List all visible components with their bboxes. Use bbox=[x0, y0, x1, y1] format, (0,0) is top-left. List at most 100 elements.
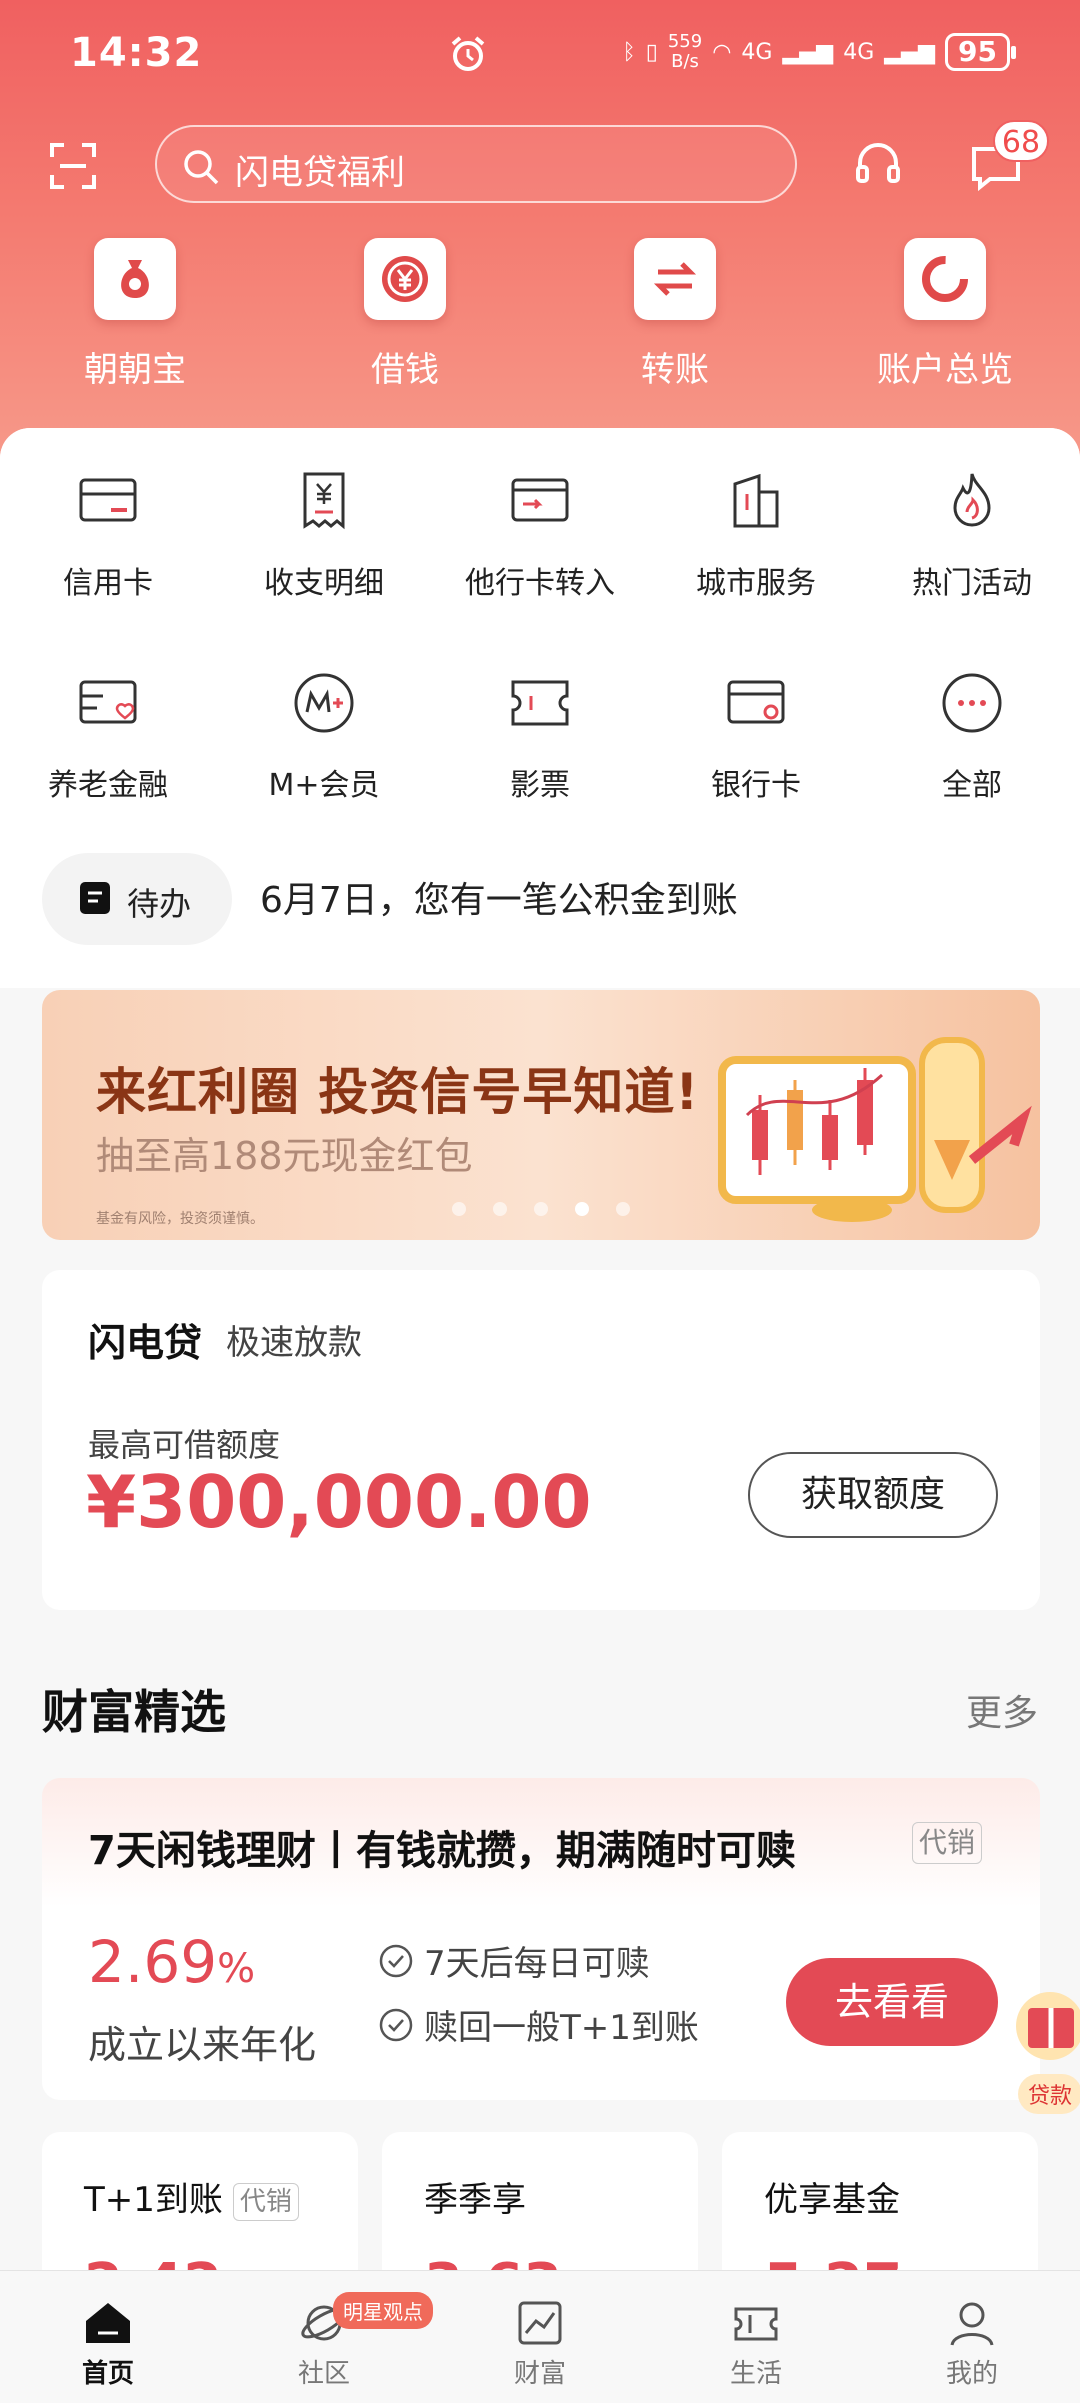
vibrate-icon: ▯ bbox=[645, 39, 658, 65]
community-badge: 明星观点 bbox=[333, 2292, 433, 2329]
net-speed: 559 B/s bbox=[667, 31, 703, 72]
quick-action-borrow[interactable]: 借钱 bbox=[305, 238, 505, 391]
money-bag-icon bbox=[121, 260, 149, 298]
product-tag: 代销 bbox=[912, 1822, 983, 1864]
service-hot-events[interactable]: 热门活动 bbox=[864, 466, 1080, 602]
quick-action-transfer[interactable]: 转账 bbox=[575, 238, 775, 391]
banner-dot[interactable] bbox=[534, 1202, 548, 1216]
quick-action-zhaozhaobao[interactable]: 朝朝宝 bbox=[35, 238, 235, 391]
service-all[interactable]: 全部 bbox=[864, 668, 1080, 804]
mini-card-title: T+1到账 代销 bbox=[84, 2172, 299, 2221]
flame-icon bbox=[953, 473, 991, 527]
credit-card-icon bbox=[79, 478, 137, 522]
mini-card-tag: 代销 bbox=[232, 2182, 299, 2221]
user-icon bbox=[950, 2302, 994, 2346]
status-bar: 14:32 ᛒ ▯ 559 B/s ◠ 4G ▂▄▆ 4G ▂▄▆ 95 bbox=[0, 0, 1080, 115]
tab-life[interactable]: 生活 bbox=[648, 2271, 864, 2403]
banner-note: 基金有风险，投资须谨慎。 bbox=[96, 1211, 264, 1227]
product-feature: 赎回一般T+1到账 bbox=[378, 2000, 699, 2049]
signal-bars-icon: ▂▄▆ bbox=[782, 39, 834, 65]
scan-icon[interactable] bbox=[50, 143, 96, 189]
mini-card-title: 优享基金 bbox=[764, 2180, 900, 2220]
member-badge-icon bbox=[294, 673, 354, 733]
signal-bars-icon: ▂▄▆ bbox=[884, 39, 936, 65]
service-member[interactable]: M+会员 bbox=[216, 668, 432, 804]
status-time: 14:32 bbox=[70, 30, 203, 76]
candlestick-chart-illustration bbox=[718, 1037, 1032, 1222]
promo-banner[interactable]: 来红利圈 投资信号早知道! 抽至高188元现金红包 基金有风险，投资须谨慎。 bbox=[42, 990, 1040, 1240]
service-city-services[interactable]: 城市服务 bbox=[648, 466, 864, 602]
service-transaction-details[interactable]: 收支明细 bbox=[216, 466, 432, 602]
yuan-coin-icon bbox=[382, 256, 428, 302]
loan-amount: ¥300,000.00 bbox=[86, 1460, 592, 1544]
tab-community[interactable]: 社区 bbox=[216, 2271, 432, 2403]
wealth-more-link[interactable]: 更多 bbox=[966, 1684, 1038, 1736]
product-rate: 2.69% bbox=[88, 1928, 256, 1996]
bottom-tab-bar: 首页 社区 财富 生活 我的 bbox=[0, 2270, 1080, 2403]
banner-title: 来红利圈 投资信号早知道! bbox=[96, 1063, 700, 1121]
tab-home[interactable]: 首页 bbox=[0, 2271, 216, 2403]
bluetooth-icon: ᛒ bbox=[622, 39, 636, 65]
tab-mine[interactable]: 我的 bbox=[864, 2271, 1080, 2403]
quick-action-account-overview[interactable]: 账户总览 bbox=[845, 238, 1045, 391]
card-transfer-icon bbox=[511, 478, 569, 522]
floating-loan-entry[interactable]: 贷款 bbox=[1010, 1968, 1080, 2118]
service-other-bank-transfer[interactable]: 他行卡转入 bbox=[432, 466, 648, 602]
get-quota-button[interactable]: 获取额度 bbox=[748, 1452, 998, 1538]
todo-message: 6月7日，您有一笔公积金到账 bbox=[260, 880, 738, 921]
banner-subtitle: 抽至高188元现金红包 bbox=[96, 1134, 473, 1178]
search-bar[interactable]: 闪电贷福利 bbox=[155, 125, 797, 203]
home-icon bbox=[86, 2303, 130, 2343]
todo-pill[interactable]: 待办 bbox=[42, 853, 232, 945]
mini-card-title: 季季享 bbox=[424, 2180, 526, 2220]
product-title: 7天闲钱理财丨有钱就攒，期满随时可赎 bbox=[88, 1828, 796, 1874]
banner-dot[interactable] bbox=[452, 1202, 466, 1216]
battery-indicator: 95 bbox=[945, 33, 1016, 71]
floating-loan-label: 贷款 bbox=[1018, 2074, 1080, 2114]
service-pension-finance[interactable]: 养老金融 bbox=[0, 668, 216, 804]
ring-chart-icon bbox=[922, 256, 968, 302]
banner-dot-active[interactable] bbox=[575, 1202, 589, 1216]
wealth-section-title: 财富精选 bbox=[42, 1685, 226, 1739]
top-bar: 闪电贷福利 68 bbox=[0, 120, 1080, 205]
featured-product-card[interactable]: 7天闲钱理财丨有钱就攒，期满随时可赎 代销 2.69% 成立以来年化 7天后每日… bbox=[42, 1778, 1040, 2100]
wifi-icon: ◠ bbox=[712, 39, 732, 65]
tab-wealth[interactable]: 财富 bbox=[432, 2271, 648, 2403]
check-circle-icon bbox=[379, 1944, 413, 1977]
banner-dot[interactable] bbox=[616, 1202, 630, 1216]
view-product-button[interactable]: 去看看 bbox=[786, 1958, 998, 2046]
more-dots-icon bbox=[942, 673, 1002, 733]
product-rate-label: 成立以来年化 bbox=[88, 2023, 317, 2067]
pension-card-icon bbox=[79, 680, 137, 724]
loan-tag: 极速放款 bbox=[226, 1323, 362, 1363]
signal-2: 4G bbox=[843, 39, 875, 65]
search-placeholder: 闪电贷福利 bbox=[235, 153, 405, 193]
check-circle-icon bbox=[379, 2008, 413, 2041]
service-bank-card[interactable]: 银行卡 bbox=[648, 668, 864, 804]
flash-loan-card[interactable]: 闪电贷 极速放款 最高可借额度 ¥300,000.00 获取额度 bbox=[42, 1270, 1040, 1610]
headset-icon[interactable] bbox=[852, 139, 904, 191]
wallet-ticket-icon bbox=[734, 2307, 778, 2341]
gift-box-icon bbox=[1016, 1992, 1080, 2060]
main-content: 信用卡 收支明细 他行卡转入 城市服务 热门活动 养老金融 M+会员 影票 银行… bbox=[0, 428, 1080, 2403]
message-count-badge: 68 bbox=[993, 120, 1049, 162]
bank-card-icon bbox=[727, 680, 785, 724]
todo-label: 待办 bbox=[127, 885, 192, 923]
banner-dot[interactable] bbox=[493, 1202, 507, 1216]
status-indicators: ᛒ ▯ 559 B/s ◠ 4G ▂▄▆ 4G ▂▄▆ 95 bbox=[622, 31, 1016, 72]
receipt-icon bbox=[303, 472, 345, 530]
signal-1: 4G bbox=[741, 39, 773, 65]
product-feature: 7天后每日可赎 bbox=[378, 1936, 650, 1985]
loan-title: 闪电贷 bbox=[88, 1321, 203, 1365]
trend-chart-icon bbox=[518, 2301, 562, 2345]
ticket-icon bbox=[511, 680, 569, 726]
todo-row[interactable]: 待办 6月7日，您有一笔公积金到账 bbox=[0, 828, 1080, 988]
city-building-icon bbox=[733, 473, 779, 528]
alarm-icon bbox=[451, 36, 485, 71]
search-icon bbox=[184, 150, 219, 185]
service-movie-tickets[interactable]: 影票 bbox=[432, 668, 648, 804]
quick-actions: 朝朝宝 借钱 转账 账户总览 bbox=[0, 238, 1080, 398]
todo-note-icon bbox=[80, 882, 110, 914]
banner-pagination bbox=[452, 1202, 630, 1216]
service-credit-card[interactable]: 信用卡 bbox=[0, 466, 216, 602]
